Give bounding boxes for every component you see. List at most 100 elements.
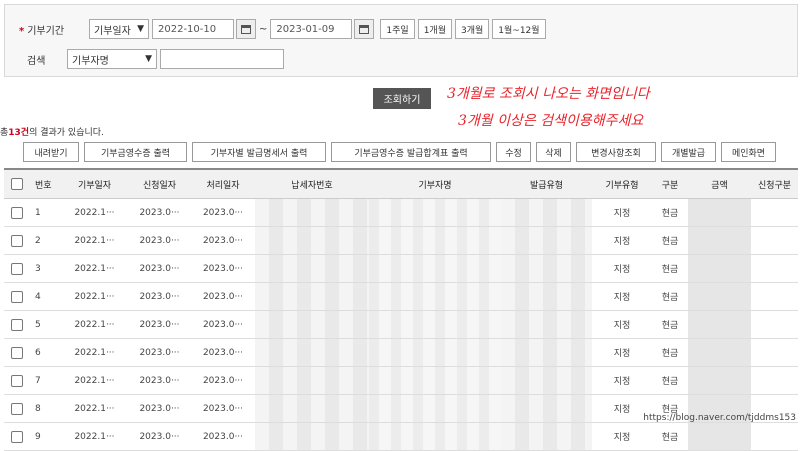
edit-button[interactable]: 수정 [496, 142, 531, 162]
chevron-down-icon: ▼ [145, 54, 152, 64]
row-checkbox-cell[interactable] [4, 254, 29, 283]
checkbox[interactable] [10, 374, 23, 387]
keyword-input[interactable] [160, 49, 284, 69]
cell-donation-type: 지정 [592, 254, 652, 283]
action-toolbar: 내려받기 기부금영수증 출력 기부자별 발급명세서 출력 기부금영수증 발급합계… [23, 142, 781, 162]
cell-category: 현금 [652, 226, 688, 255]
calendar-from-button[interactable] [236, 19, 256, 39]
download-button[interactable]: 내려받기 [23, 142, 79, 162]
watermark: https://blog.naver.com/tjddms153 [643, 413, 796, 423]
result-count-value: 13건 [8, 128, 30, 138]
checkbox[interactable] [10, 402, 23, 415]
col-header-donor-name: 기부자명 [369, 168, 501, 199]
receipt-summary-print-button[interactable]: 기부금영수증 발급합계표 출력 [331, 142, 491, 162]
col-header-donation-type: 기부유형 [592, 168, 652, 199]
cell-issue-type-redacted [501, 226, 592, 255]
checkbox[interactable] [10, 318, 23, 331]
table-row[interactable]: 3 2022.1··· 2023.0··· 2023.0··· 지정 현금 [4, 254, 798, 283]
checkbox[interactable] [10, 206, 23, 219]
cell-donation-type: 지정 [592, 366, 652, 395]
cell-amount-redacted [688, 338, 751, 367]
cell-issue-type-redacted [501, 338, 592, 367]
calendar-to-button[interactable] [354, 19, 375, 39]
col-header-issue-type: 발급유형 [501, 168, 592, 199]
cell-no: 4 [29, 282, 61, 311]
cell-apply-kind [751, 226, 798, 255]
donor-statement-print-button[interactable]: 기부자별 발급명세서 출력 [192, 142, 326, 162]
checkbox[interactable] [10, 430, 23, 443]
cell-apply-kind [751, 282, 798, 311]
cell-no: 1 [29, 198, 61, 227]
delete-button[interactable]: 삭제 [536, 142, 571, 162]
table-row[interactable]: 1 2022.1··· 2023.0··· 2023.0··· 지정 현금 [4, 198, 798, 227]
cell-process-date: 2023.0··· [191, 394, 255, 423]
cell-donation-type: 지정 [592, 310, 652, 339]
cell-apply-date: 2023.0··· [128, 338, 191, 367]
chevron-down-icon: ▼ [137, 24, 144, 34]
individual-issue-button[interactable]: 개별발급 [661, 142, 716, 162]
row-checkbox-cell[interactable] [4, 226, 29, 255]
table-row[interactable]: 5 2022.1··· 2023.0··· 2023.0··· 지정 현금 [4, 310, 798, 339]
cell-no: 8 [29, 394, 61, 423]
checkbox[interactable] [10, 262, 23, 275]
cell-apply-date: 2023.0··· [128, 226, 191, 255]
col-header-taxpayer-no: 납세자번호 [255, 168, 369, 199]
change-history-button[interactable]: 변경사항조회 [576, 142, 656, 162]
main-screen-button[interactable]: 메인화면 [721, 142, 776, 162]
cell-amount-redacted [688, 310, 751, 339]
table-row[interactable]: 7 2022.1··· 2023.0··· 2023.0··· 지정 현금 [4, 366, 798, 395]
keyword-type-select[interactable]: 기부자명 ▼ [67, 49, 157, 69]
checkbox[interactable] [10, 178, 23, 190]
receipt-print-button[interactable]: 기부금영수증 출력 [84, 142, 187, 162]
checkbox[interactable] [10, 234, 23, 247]
cell-issue-type-redacted [501, 310, 592, 339]
col-header-no: 번호 [29, 168, 61, 199]
cell-donor-name-redacted [369, 310, 501, 339]
result-suffix: 의 결과가 있습니다. [29, 128, 104, 138]
result-count: 총13건의 결과가 있습니다. [0, 125, 104, 138]
cell-taxpayer-no-redacted [255, 366, 369, 395]
cell-donation-type: 지정 [592, 226, 652, 255]
search-submit-button[interactable]: 조회하기 [373, 88, 431, 109]
cell-donation-type: 지정 [592, 198, 652, 227]
period-label: * 기부기간 [19, 25, 65, 37]
table-row[interactable]: 6 2022.1··· 2023.0··· 2023.0··· 지정 현금 [4, 338, 798, 367]
checkbox[interactable] [10, 346, 23, 359]
quick-3month-button[interactable]: 3개월 [454, 19, 490, 39]
col-header-apply-kind: 신청구분 [751, 168, 798, 199]
row-checkbox-cell[interactable] [4, 282, 29, 311]
cell-donate-date: 2022.1··· [61, 310, 128, 339]
select-all-checkbox-cell[interactable] [4, 168, 29, 199]
col-header-category: 구분 [652, 168, 688, 199]
cell-taxpayer-no-redacted [255, 338, 369, 367]
row-checkbox-cell[interactable] [4, 366, 29, 395]
cell-issue-type-redacted [501, 394, 592, 423]
cell-donor-name-redacted [369, 226, 501, 255]
period-type-value: 기부일자 [94, 25, 131, 37]
cell-issue-type-redacted [501, 282, 592, 311]
table-row[interactable]: 4 2022.1··· 2023.0··· 2023.0··· 지정 현금 [4, 282, 798, 311]
col-header-donate-date: 기부일자 [61, 168, 128, 199]
row-checkbox-cell[interactable] [4, 394, 29, 423]
search-panel: * 기부기간 기부일자 ▼ 2022-10-10 ~ 2023-01-09 1주일… [4, 4, 798, 77]
row-checkbox-cell[interactable] [4, 310, 29, 339]
row-checkbox-cell[interactable] [4, 338, 29, 367]
cell-issue-type-redacted [501, 366, 592, 395]
cell-taxpayer-no-redacted [255, 282, 369, 311]
date-to-input[interactable]: 2023-01-09 [270, 19, 353, 39]
checkbox[interactable] [10, 290, 23, 303]
cell-donate-date: 2022.1··· [61, 198, 128, 227]
quick-1month-button[interactable]: 1개월 [417, 19, 452, 39]
table-row[interactable]: 2 2022.1··· 2023.0··· 2023.0··· 지정 현금 [4, 226, 798, 255]
cell-no: 6 [29, 338, 61, 367]
quick-1week-button[interactable]: 1주일 [380, 19, 415, 39]
cell-donate-date: 2022.1··· [61, 282, 128, 311]
row-checkbox-cell[interactable] [4, 198, 29, 227]
period-type-select[interactable]: 기부일자 ▼ [89, 19, 149, 39]
cell-donor-name-redacted [369, 366, 501, 395]
date-from-input[interactable]: 2022-10-10 [152, 19, 234, 39]
cell-amount-redacted [688, 366, 751, 395]
cell-category: 현금 [652, 254, 688, 283]
quick-year-button[interactable]: 1월~12월 [492, 19, 546, 39]
cell-apply-date: 2023.0··· [128, 394, 191, 423]
